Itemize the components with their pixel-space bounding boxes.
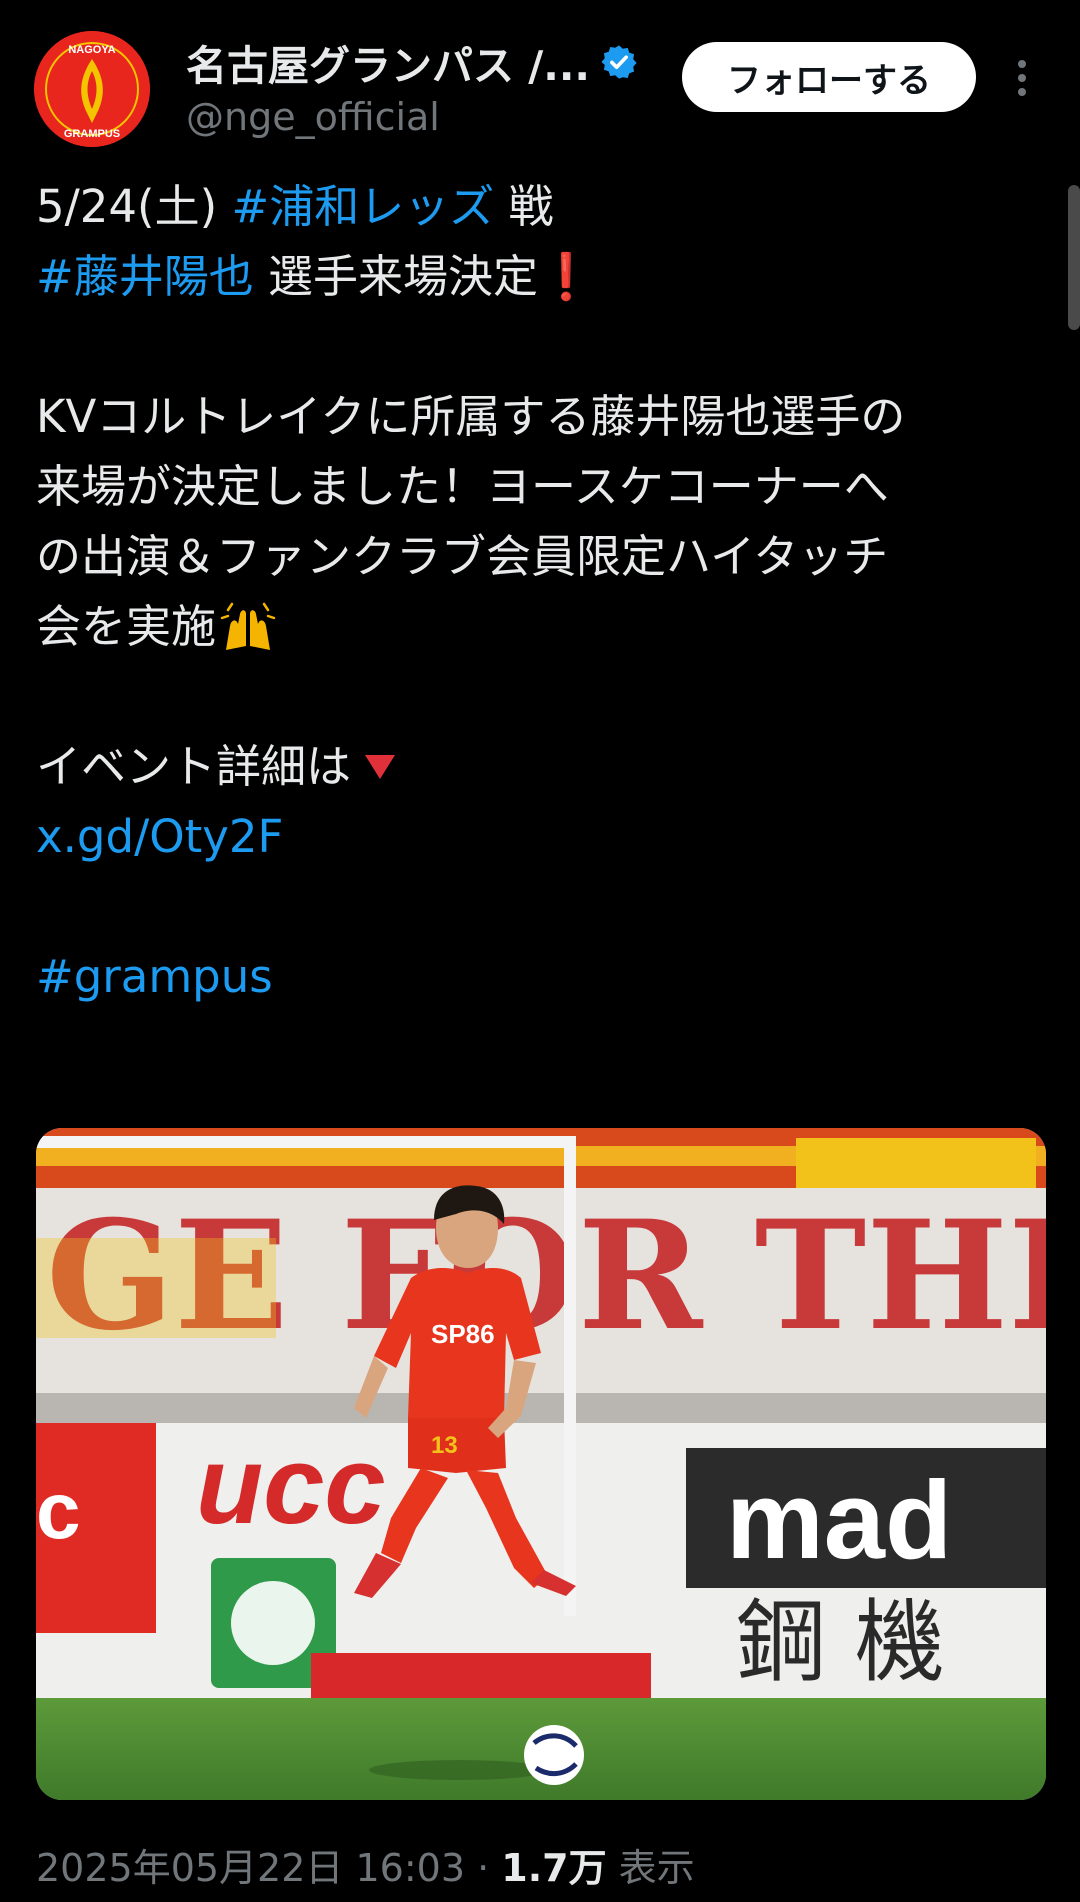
body-line-2: 来場が決定しました！ヨースケコーナーへ (36, 460, 889, 513)
view-count: 1.7万 (501, 1846, 607, 1890)
sponsor-ucc: ucc (196, 1424, 386, 1547)
tweet-line-2: #藤井陽也 選手来場決定❗ (36, 242, 1046, 312)
body-line-4: 会を実施 (36, 600, 217, 653)
avatar-text-top: NAGOYA (68, 44, 115, 56)
tweet-photo[interactable]: GE FOR THE c ucc mad 鋼 機 SP86 13 (36, 1128, 1046, 1800)
tweet-header: NAGOYA GRAMPUS 名古屋グランパス /... @nge_offici… (0, 0, 1080, 160)
grampus-logo: NAGOYA GRAMPUS (34, 31, 150, 147)
visit-decided-text: 選手来場決定 (253, 250, 539, 303)
footer-separator: · (465, 1846, 502, 1890)
sign-text: 鋼 機 (736, 1590, 945, 1695)
hashtag-grampus[interactable]: #grampus (36, 942, 1046, 1012)
tweet-line-1: 5/24(土) #浦和レッズ 戦 (36, 172, 1046, 242)
sponsor-mad: mad (726, 1459, 952, 1582)
event-details-text: イベント詳細は (36, 740, 352, 793)
verified-badge-icon (601, 45, 637, 79)
scrollbar[interactable] (1068, 185, 1080, 330)
handle[interactable]: @nge_official (186, 92, 656, 142)
body-line-3: の出演＆ファンクラブ会員限定ハイタッチ (36, 530, 889, 583)
avatar[interactable]: NAGOYA GRAMPUS (34, 31, 150, 147)
account-names[interactable]: 名古屋グランパス /... @nge_official (186, 34, 656, 142)
down-triangle-icon (365, 755, 396, 779)
tweet-footer: 2025年05月22日 16:03 · 1.7万 表示 (36, 1838, 1046, 1898)
post-datetime[interactable]: 2025年05月22日 16:03 (36, 1846, 465, 1890)
follow-button[interactable]: フォローする (682, 42, 976, 112)
body-line-4-wrap: 会を実施 (36, 592, 1046, 662)
view-label: 表示 (606, 1846, 695, 1890)
match-suffix: 戦 (494, 180, 554, 233)
shirt-text: SP86 (431, 1319, 495, 1349)
body-line-1: KVコルトレイクに所属する藤井陽也選手の (36, 390, 906, 443)
hashtag-fujii[interactable]: #藤井陽也 (36, 250, 254, 303)
shirt-number: 13 (431, 1432, 458, 1459)
hashtag-urawa[interactable]: #浦和レッズ (231, 180, 494, 233)
match-date: 5/24(土) (36, 180, 232, 233)
svg-text:c: c (36, 1466, 81, 1555)
display-name[interactable]: 名古屋グランパス /... (186, 32, 590, 92)
player-photo: GE FOR THE c ucc mad 鋼 機 SP86 13 (36, 1128, 1046, 1800)
event-line: イベント詳細は (36, 732, 1046, 802)
exclamation-icon: ❗ (538, 250, 595, 303)
event-link[interactable]: x.gd/Oty2F (36, 802, 1046, 872)
raised-hands-icon (220, 602, 276, 650)
avatar-text-bottom: GRAMPUS (64, 128, 120, 140)
tweet-text: 5/24(土) #浦和レッズ 戦 #藤井陽也 選手来場決定❗ KVコルトレイクに… (36, 172, 1046, 1012)
more-options-icon[interactable] (1010, 56, 1034, 100)
